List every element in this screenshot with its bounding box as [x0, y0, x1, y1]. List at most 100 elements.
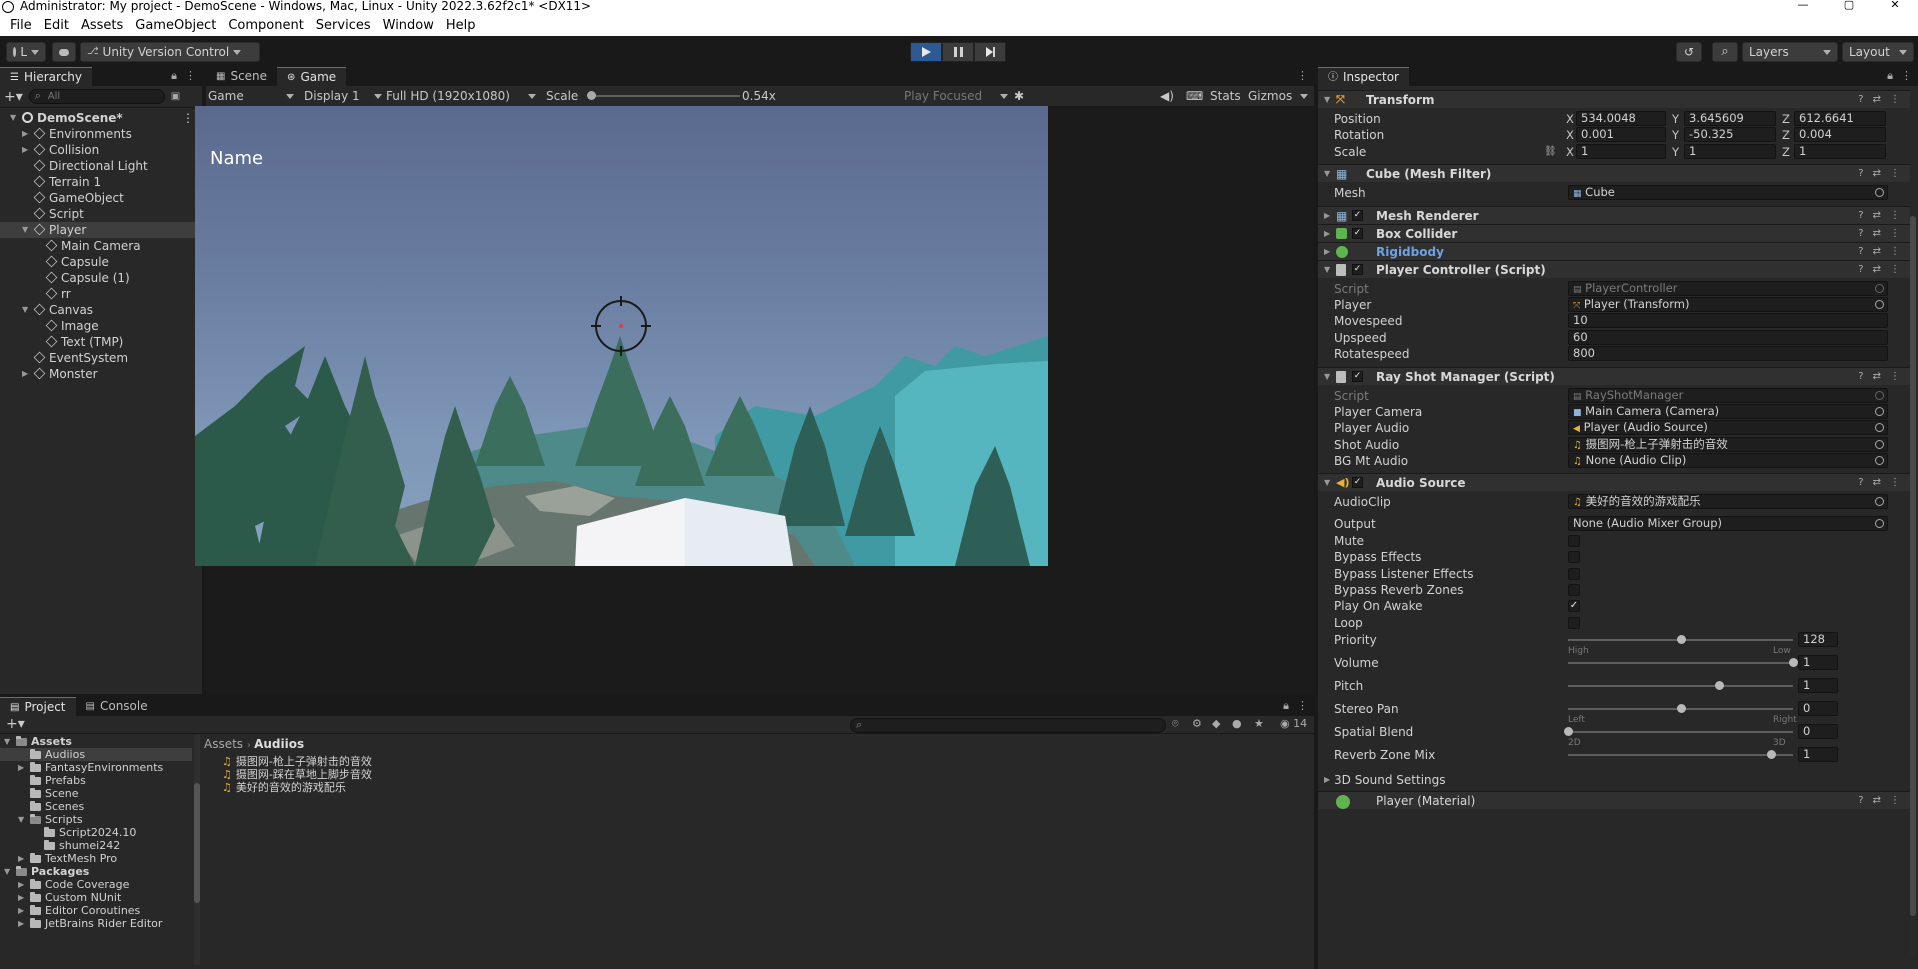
help-icon[interactable]: ?: [1858, 261, 1863, 279]
chevron-down-icon[interactable]: ▼: [1324, 91, 1330, 109]
position-y-field[interactable]: 3.645609: [1684, 111, 1776, 126]
slider-value-field[interactable]: 1: [1798, 655, 1838, 671]
mesh-field[interactable]: ▦ Cube: [1568, 185, 1888, 201]
chevron-right-icon[interactable]: ▶: [18, 917, 24, 930]
chevron-down-icon[interactable]: ▼: [1324, 368, 1330, 386]
rotatespeed-field[interactable]: 800: [1568, 346, 1888, 362]
box-collider-header[interactable]: ▶ ✓ Box Collider ? ⇄ ⋮: [1318, 223, 1910, 243]
preset-icon[interactable]: ⇄: [1873, 368, 1881, 386]
object-picker-icon[interactable]: [1875, 406, 1884, 416]
menu-file[interactable]: File: [4, 18, 38, 33]
project-folder-item[interactable]: Scene: [0, 787, 192, 800]
help-icon[interactable]: ?: [1858, 243, 1863, 261]
link-icon[interactable]: ⛓: [1544, 144, 1557, 160]
project-folder-item[interactable]: ▼ Assets: [0, 735, 192, 748]
chevron-down-icon[interactable]: ▼: [22, 302, 28, 318]
slider-knob[interactable]: [1714, 681, 1724, 691]
toggle-checkbox[interactable]: [1568, 616, 1580, 629]
shot-audio-field[interactable]: ♫ 摄图网-枪上子弹射击的音效: [1568, 436, 1888, 452]
bug-icon[interactable]: ✱: [1014, 88, 1024, 104]
menu-assets[interactable]: Assets: [75, 18, 129, 33]
chevron-down-icon[interactable]: ▼: [18, 813, 24, 826]
hierarchy-item[interactable]: Image: [0, 318, 202, 334]
add-icon[interactable]: +▾: [4, 89, 23, 105]
audio-file-item[interactable]: ♫ 摄图网-枪上子弹射击的音效: [222, 755, 372, 768]
project-folder-item[interactable]: shumei242: [0, 839, 192, 852]
preset-icon[interactable]: ⇄: [1873, 91, 1881, 109]
more-icon[interactable]: ⋮: [1890, 243, 1900, 261]
hierarchy-item[interactable]: ▶ Environments: [0, 126, 202, 142]
chevron-right-icon[interactable]: ▶: [1324, 243, 1330, 261]
mesh-renderer-enabled-checkbox[interactable]: ✓: [1352, 209, 1363, 221]
slider-track[interactable]: [1568, 704, 1793, 714]
version-control-button[interactable]: ⎇ Unity Version Control: [80, 42, 260, 62]
project-folder-item[interactable]: ▶ Editor Coroutines: [0, 904, 192, 917]
help-icon[interactable]: ?: [1858, 207, 1863, 225]
chevron-right-icon[interactable]: ▶: [18, 761, 24, 774]
movespeed-field[interactable]: 10: [1568, 313, 1888, 329]
hierarchy-search-input[interactable]: All: [28, 89, 165, 104]
play-focused-dropdown[interactable]: Play Focused: [904, 88, 1008, 104]
tab-scene[interactable]: ▦ Scene: [206, 67, 277, 86]
label-icon[interactable]: ◆: [1212, 717, 1220, 730]
chevron-down-icon[interactable]: ▼: [10, 110, 16, 126]
toggle-checkbox[interactable]: [1568, 584, 1580, 597]
history-button[interactable]: ↺: [1676, 42, 1702, 62]
preset-icon[interactable]: ⇄: [1873, 474, 1881, 492]
keyboard-icon[interactable]: ⌨: [1186, 88, 1203, 104]
chevron-right-icon[interactable]: ▶: [18, 852, 24, 865]
tab-project[interactable]: ▤ Project: [0, 697, 76, 716]
help-icon[interactable]: ?: [1858, 474, 1863, 492]
more-icon[interactable]: ⋮: [1890, 207, 1900, 225]
menu-gameobject[interactable]: GameObject: [129, 18, 222, 33]
transform-header[interactable]: ▼ ⤧ Transform ? ⇄ ⋮: [1318, 90, 1910, 108]
chevron-right-icon[interactable]: ▶: [22, 366, 28, 382]
hierarchy-item[interactable]: ▼ Player: [0, 222, 202, 238]
slider-value-field[interactable]: 0: [1798, 724, 1838, 740]
tab-inspector[interactable]: ⓘ Inspector: [1318, 67, 1409, 86]
pause-button[interactable]: [942, 42, 974, 62]
sound-settings-row[interactable]: ▶ 3D Sound Settings: [1318, 769, 1910, 791]
slider-track[interactable]: [1568, 658, 1798, 668]
help-icon[interactable]: ?: [1858, 792, 1863, 810]
object-picker-icon[interactable]: [1875, 423, 1884, 433]
mesh-renderer-header[interactable]: ▶ ▦ ✓ Mesh Renderer ? ⇄ ⋮: [1318, 205, 1910, 225]
object-picker-icon[interactable]: [1875, 188, 1884, 198]
tab-game[interactable]: ⊛ Game: [277, 67, 347, 86]
slider-track[interactable]: [1568, 635, 1793, 645]
filter-icon[interactable]: ⚙: [1192, 717, 1202, 730]
slider-knob[interactable]: [1766, 750, 1776, 760]
hierarchy-item[interactable]: ▶ Monster: [0, 366, 202, 382]
preset-icon[interactable]: ⇄: [1873, 243, 1881, 261]
breadcrumb-assets[interactable]: Assets: [204, 737, 243, 751]
rotation-y-field[interactable]: -50.325: [1684, 127, 1776, 143]
chevron-right-icon[interactable]: ▶: [1324, 225, 1330, 243]
game-viewport[interactable]: Name: [195, 106, 1048, 566]
project-folder-item[interactable]: ▶ FantasyEnvironments: [0, 761, 192, 774]
slider-track[interactable]: [1568, 681, 1793, 691]
hierarchy-item[interactable]: Capsule: [0, 254, 202, 270]
mesh-filter-header[interactable]: ▼ ▦ Cube (Mesh Filter) ? ⇄ ⋮: [1318, 164, 1910, 183]
toggle-checkbox[interactable]: [1568, 534, 1580, 547]
chevron-down-icon[interactable]: ▼: [1324, 165, 1330, 183]
upspeed-field[interactable]: 60: [1568, 329, 1888, 345]
scale-y-field[interactable]: 1: [1684, 143, 1776, 159]
slider-value-field[interactable]: 0: [1798, 701, 1838, 717]
slider-track[interactable]: [1564, 727, 1793, 737]
hierarchy-item[interactable]: ▼ Canvas: [0, 302, 202, 318]
layout-dropdown[interactable]: Layout: [1842, 42, 1914, 62]
project-folder-item[interactable]: Script2024.10: [0, 826, 192, 839]
hierarchy-item[interactable]: GameObject: [0, 190, 202, 206]
project-search-input[interactable]: [850, 718, 1166, 733]
more-icon[interactable]: ⋮: [1890, 225, 1900, 243]
slider-track[interactable]: [1568, 750, 1793, 760]
minimize-button[interactable]: —: [1780, 0, 1826, 14]
hierarchy-item[interactable]: Directional Light: [0, 158, 202, 174]
object-picker-icon[interactable]: [1875, 439, 1884, 449]
chevron-right-icon[interactable]: ▶: [22, 142, 28, 158]
toggle-checkbox[interactable]: ✓: [1568, 600, 1580, 613]
menu-help[interactable]: Help: [440, 18, 482, 33]
chevron-right-icon[interactable]: ▶: [1324, 207, 1330, 225]
more-icon[interactable]: ⋮: [1890, 91, 1900, 109]
ray-shot-manager-header[interactable]: ▼ ✓ Ray Shot Manager (Script) ? ⇄ ⋮: [1318, 366, 1910, 386]
